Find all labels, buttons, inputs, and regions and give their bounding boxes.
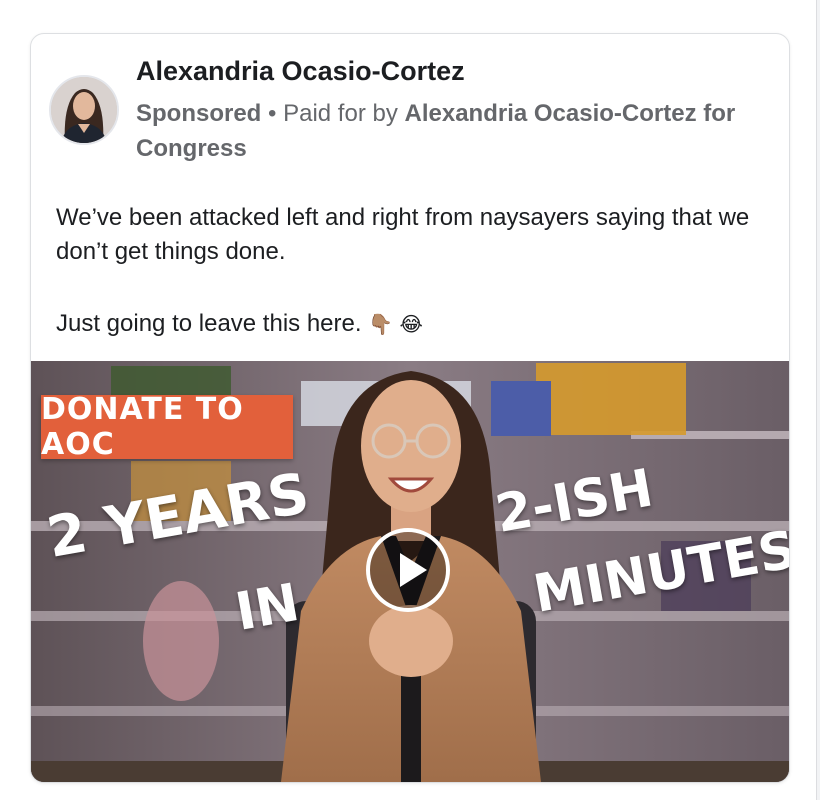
sponsored-post-card: Alexandria Ocasio-Cortez Sponsored • Pai… [30,33,790,783]
post-meta: Sponsored • Paid for by Alexandria Ocasi… [136,96,776,166]
avatar-image [51,77,117,143]
sponsored-label[interactable]: Sponsored [136,100,261,127]
play-icon [400,553,427,587]
avatar[interactable] [49,75,119,145]
post-text-line-2: Just going to leave this here. [56,310,362,337]
play-button[interactable] [366,528,450,612]
donate-badge: DONATE TO AOC [41,392,293,462]
emoji-group: 👇🏽 😂 [368,312,423,336]
post-text: We’ve been attacked left and right from … [56,201,756,341]
author-name[interactable]: Alexandria Ocasio-Cortez [136,56,465,87]
paid-for-prefix: Paid for by [283,100,405,127]
post-text-line-1: We’ve been attacked left and right from … [56,204,750,265]
caption-in: IN [231,572,304,643]
post-text-line-2-wrap: Just going to leave this here. 👇🏽 😂 [56,307,756,341]
post-header: Alexandria Ocasio-Cortez Sponsored • Pai… [31,34,789,184]
feed-background: Alexandria Ocasio-Cortez Sponsored • Pai… [0,0,817,800]
video-thumbnail[interactable]: DONATE TO AOC 2 YEARS IN 2-ISH MINUTES [31,361,789,782]
meta-separator: • [261,100,284,127]
